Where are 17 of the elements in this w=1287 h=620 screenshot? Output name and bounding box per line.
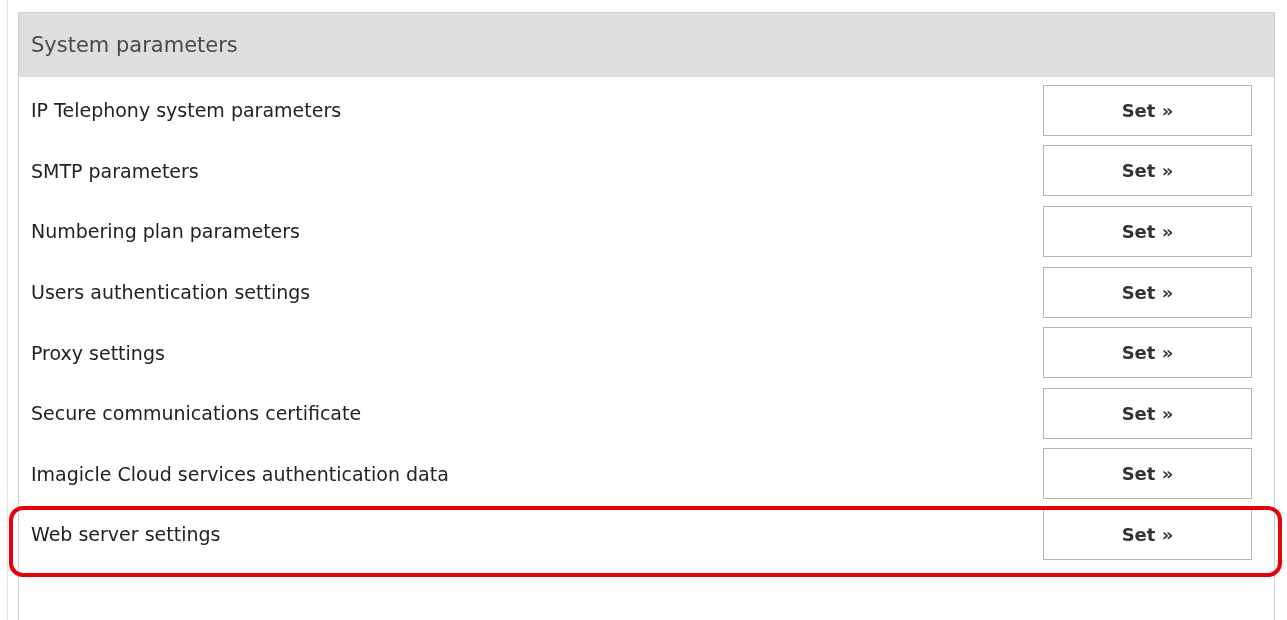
setting-label: Secure communications certificate: [31, 402, 362, 425]
panel-title: System parameters: [31, 33, 238, 57]
set-button[interactable]: Set »: [1043, 448, 1252, 500]
setting-label: Web server settings: [31, 523, 221, 546]
set-button[interactable]: Set »: [1043, 266, 1252, 318]
set-button[interactable]: Set »: [1043, 145, 1252, 197]
setting-label: Imagicle Cloud services authentication data: [31, 462, 449, 485]
setting-label: Users authentication settings: [31, 281, 311, 304]
setting-label: SMTP parameters: [31, 159, 199, 182]
set-button[interactable]: Set »: [1043, 508, 1252, 560]
set-button[interactable]: Set »: [1043, 206, 1252, 257]
set-button[interactable]: Set »: [1043, 327, 1252, 379]
setting-label: Proxy settings: [31, 341, 165, 364]
setting-label: Numbering plan parameters: [31, 220, 300, 243]
set-button[interactable]: Set »: [1043, 84, 1252, 136]
setting-label: IP Telephony system parameters: [31, 99, 342, 122]
set-button[interactable]: Set »: [1043, 387, 1252, 439]
